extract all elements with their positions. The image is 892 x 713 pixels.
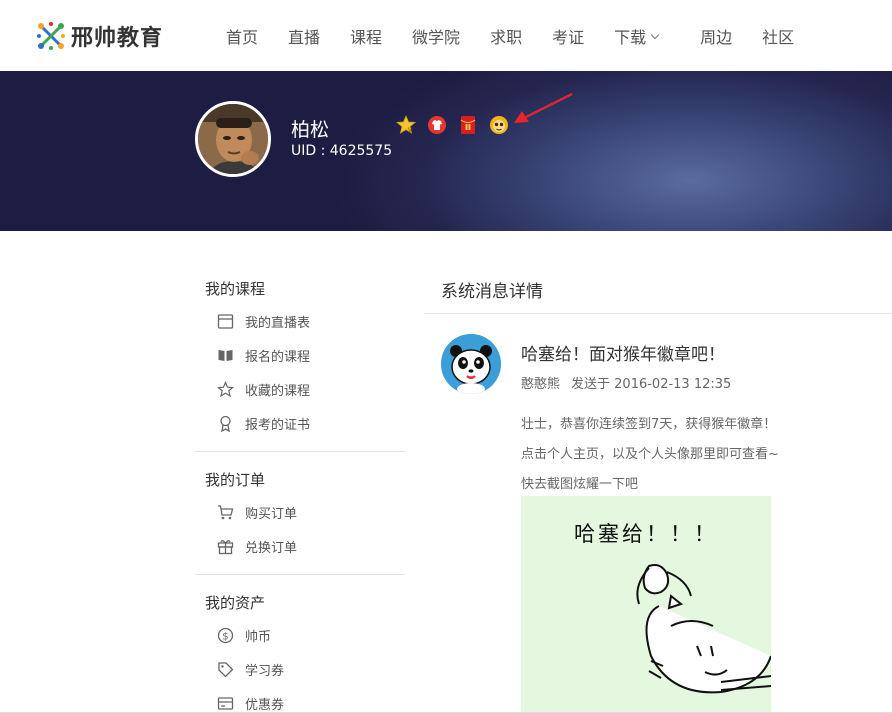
nav-download-label: 下载 [614, 28, 647, 47]
title-divider [424, 313, 892, 314]
message-line: 点击个人主页，以及个人头像那里即可查看~ [521, 447, 779, 462]
nav-jobs-label: 求职 [490, 28, 523, 47]
comic-drawing [636, 564, 771, 694]
sidebar-item-label: 报名的课程 [245, 350, 311, 365]
sidebar-item-coupons[interactable]: 优惠券 [217, 694, 284, 713]
sidebar-item-label: 帅币 [245, 630, 272, 645]
nav-home-label: 首页 [226, 28, 259, 47]
main-nav: 首页 直播 课程 微学院 求职 考证 下载 周边 社区 [226, 24, 824, 48]
nav-courses[interactable]: 课程 [350, 24, 382, 48]
nav-live[interactable]: 直播 [288, 24, 320, 48]
sidebar-item-label: 我的直播表 [245, 316, 311, 331]
sidebar-item-enrolled-courses[interactable]: 报名的课程 [217, 346, 310, 365]
sidebar-item-label: 兑换订单 [245, 541, 298, 556]
sidebar-item-live-schedule[interactable]: 我的直播表 [217, 312, 310, 331]
svg-text:$: $ [222, 631, 228, 642]
user-name: 柏松 [291, 119, 330, 141]
red-shirt-badge-icon[interactable] [427, 115, 447, 135]
badge-list: V [396, 115, 509, 135]
calendar-icon [217, 314, 234, 329]
message-line: 快去截图炫耀一下吧 [521, 477, 639, 492]
message-timestamp: 发送于 2016-02-13 12:35 [571, 377, 732, 392]
nav-merch[interactable]: 周边 [700, 24, 732, 48]
nav-certification-label: 考证 [552, 28, 585, 47]
comic-image: 哈塞给！！！ [521, 496, 771, 713]
star-vip-badge-icon[interactable]: V [396, 115, 416, 135]
tag-icon [218, 662, 234, 678]
sidebar-item-label: 学习券 [245, 664, 285, 679]
nav-community-label: 社区 [762, 28, 795, 47]
page-title: 系统消息详情 [441, 282, 543, 302]
panda-icon [441, 334, 501, 394]
nav-jobs[interactable]: 求职 [490, 24, 522, 48]
nav-micro-academy[interactable]: 微学院 [412, 24, 460, 48]
coin-icon: $ [217, 627, 234, 644]
message-meta: 憨憨熊 发送于 2016-02-13 12:35 [521, 373, 731, 392]
nav-community[interactable]: 社区 [762, 24, 794, 48]
message-title: 哈塞给！面对猴年徽章吧！ [521, 345, 725, 365]
sidebar-item-favorite-courses[interactable]: 收藏的课程 [217, 380, 310, 399]
site-logo[interactable]: 邢帅教育 [37, 20, 163, 52]
sidebar-item-exchange-orders[interactable]: 兑换订单 [217, 537, 297, 556]
nav-live-label: 直播 [288, 28, 321, 47]
sidebar-item-label: 购买订单 [245, 507, 298, 522]
nav-courses-label: 课程 [350, 28, 383, 47]
nav-download-dropdown[interactable]: 下载 [614, 24, 660, 48]
red-envelope-badge-icon[interactable] [458, 115, 478, 135]
message-line: 壮士，恭喜你连续签到7天，获得猴年徽章！ [521, 417, 777, 432]
svg-text:V: V [408, 127, 413, 134]
sidebar-item-study-vouchers[interactable]: 学习券 [217, 660, 284, 679]
logo-text: 邢帅教育 [71, 26, 164, 51]
nav-micro-academy-label: 微学院 [412, 28, 461, 47]
sidebar-divider [195, 451, 405, 452]
sidebar-item-coins[interactable]: $ 帅币 [217, 626, 271, 645]
gift-icon [217, 540, 234, 555]
nav-merch-label: 周边 [700, 28, 733, 47]
card-icon [217, 697, 234, 710]
user-photo [198, 104, 268, 174]
section-title-my-courses: 我的课程 [205, 280, 266, 298]
user-avatar[interactable] [195, 101, 271, 177]
sidebar-divider [195, 574, 405, 575]
nav-home[interactable]: 首页 [226, 24, 258, 48]
logo-icon [37, 22, 65, 50]
monkey-year-badge-icon[interactable] [489, 115, 509, 135]
profile-banner: 柏松 UID : 4625575 V [0, 71, 892, 231]
chevron-down-icon [650, 30, 660, 39]
section-title-my-orders: 我的订单 [205, 471, 266, 489]
sidebar-item-label: 优惠券 [245, 698, 285, 713]
star-icon [217, 381, 234, 398]
sidebar-item-label: 报考的证书 [245, 418, 311, 433]
cart-icon [218, 505, 234, 520]
sidebar-item-purchase-orders[interactable]: 购买订单 [217, 503, 297, 522]
message-sender[interactable]: 憨憨熊 [521, 373, 560, 392]
section-title-my-assets: 我的资产 [205, 594, 266, 612]
user-uid: UID : 4625575 [291, 143, 393, 159]
book-icon [218, 350, 233, 361]
sidebar-item-certificates[interactable]: 报考的证书 [217, 414, 310, 433]
ribbon-icon [220, 415, 231, 432]
top-navbar: 邢帅教育 首页 直播 课程 微学院 求职 考证 下载 周边 社区 [0, 0, 892, 71]
sender-avatar[interactable] [441, 334, 501, 394]
sidebar-item-label: 收藏的课程 [245, 384, 311, 399]
red-arrow-annotation [514, 93, 573, 123]
nav-certification[interactable]: 考证 [552, 24, 584, 48]
